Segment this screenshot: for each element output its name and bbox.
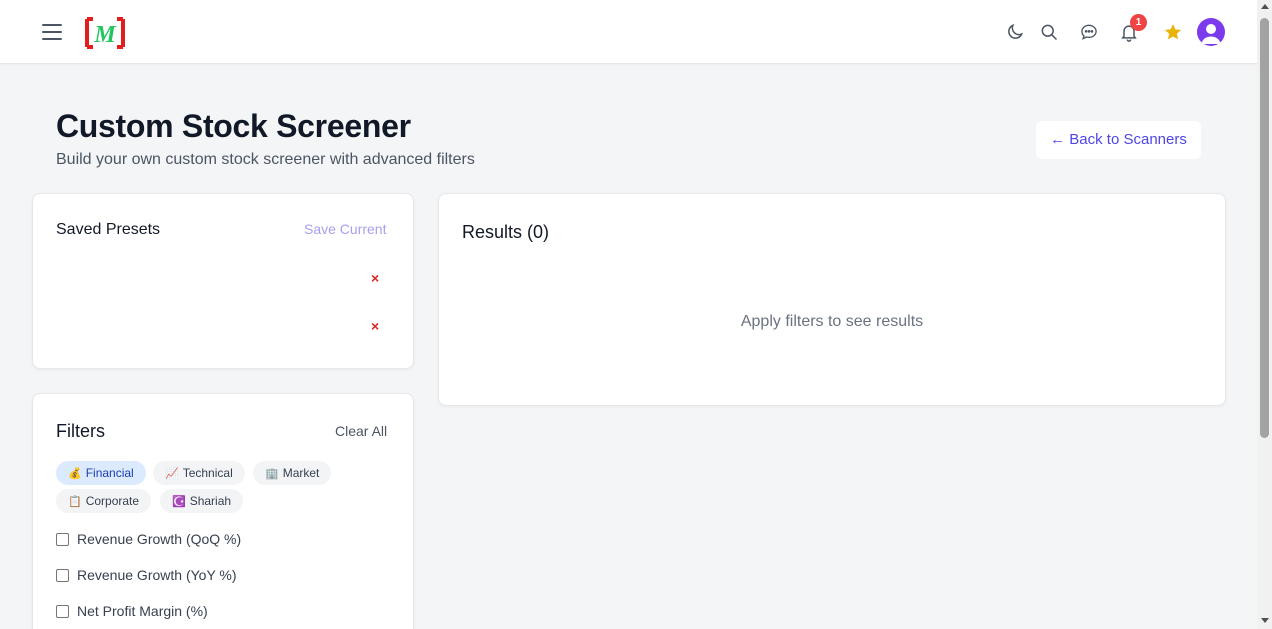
saved-presets-title: Saved Presets	[56, 221, 161, 238]
menu-icon[interactable]	[42, 24, 62, 40]
filters-title: Filters	[56, 421, 105, 441]
filter-label: Revenue Growth (QoQ %)	[77, 531, 242, 547]
user-avatar[interactable]	[1197, 18, 1225, 46]
top-navbar: M 1	[0, 0, 1257, 64]
notification-badge: 1	[1130, 14, 1147, 31]
office-building-icon: 🏢	[265, 468, 279, 480]
scroll-up-arrow-icon[interactable]	[1261, 4, 1269, 9]
filter-checkbox[interactable]	[56, 532, 69, 546]
delete-preset-button[interactable]: ×	[371, 318, 379, 334]
delete-preset-button[interactable]: ×	[371, 270, 379, 286]
clear-all-button[interactable]: Clear All	[335, 423, 387, 439]
logo-text: M	[93, 22, 117, 48]
results-empty-message: Apply filters to see results	[740, 313, 924, 330]
page-title: Custom Stock Screener	[56, 108, 411, 144]
tab-technical[interactable]: 📈 Technical	[153, 461, 245, 485]
results-card: Results (0) Apply filters to see results	[438, 193, 1226, 406]
filter-label: Net Profit Margin (%)	[77, 603, 208, 619]
tab-label: Corporate	[85, 494, 140, 508]
save-current-button[interactable]: Save Current	[304, 221, 386, 237]
filter-label: Revenue Growth (YoY %)	[77, 567, 237, 583]
tab-label: Technical	[182, 466, 233, 480]
scroll-down-arrow-icon[interactable]	[1261, 618, 1269, 623]
tab-shariah[interactable]: ☪️ Shariah	[160, 489, 244, 513]
site-logo[interactable]: M	[85, 17, 125, 49]
star-and-crescent-icon: ☪️	[172, 496, 186, 508]
results-title: Results (0)	[462, 222, 550, 242]
filter-revenue-growth-qoq[interactable]: Revenue Growth (QoQ %)	[56, 531, 241, 547]
moon-icon[interactable]	[1003, 20, 1027, 44]
filter-revenue-growth-yoy[interactable]: Revenue Growth (YoY %)	[56, 567, 237, 583]
tab-corporate[interactable]: 📋 Corporate	[56, 489, 152, 513]
filter-checkbox[interactable]	[56, 568, 69, 582]
user-icon	[1201, 24, 1221, 44]
tab-label: Shariah	[189, 494, 232, 508]
clipboard-icon: 📋	[68, 496, 82, 508]
filter-checkbox[interactable]	[56, 604, 69, 618]
tab-market[interactable]: 🏢 Market	[253, 461, 332, 485]
chat-icon[interactable]	[1077, 20, 1101, 44]
tab-label: Market	[282, 466, 320, 480]
saved-presets-card: Saved Presets Save Current × ×	[32, 193, 414, 369]
star-icon[interactable]	[1161, 20, 1185, 44]
tab-financial[interactable]: 💰 Financial	[56, 461, 146, 485]
money-bag-icon: 💰	[68, 468, 82, 480]
search-icon[interactable]	[1037, 20, 1061, 44]
filter-net-profit-margin[interactable]: Net Profit Margin (%)	[56, 603, 208, 619]
scrollbar-thumb[interactable]	[1260, 18, 1269, 438]
page-subtitle: Build your own custom stock screener wit…	[56, 151, 475, 168]
chart-increasing-icon: 📈	[165, 468, 179, 480]
back-to-scanners-button[interactable]: ← Back to Scanners	[1036, 121, 1201, 159]
tab-label: Financial	[85, 466, 134, 480]
filters-card: Filters Clear All 💰 Financial 📈 Technical …	[32, 393, 414, 629]
